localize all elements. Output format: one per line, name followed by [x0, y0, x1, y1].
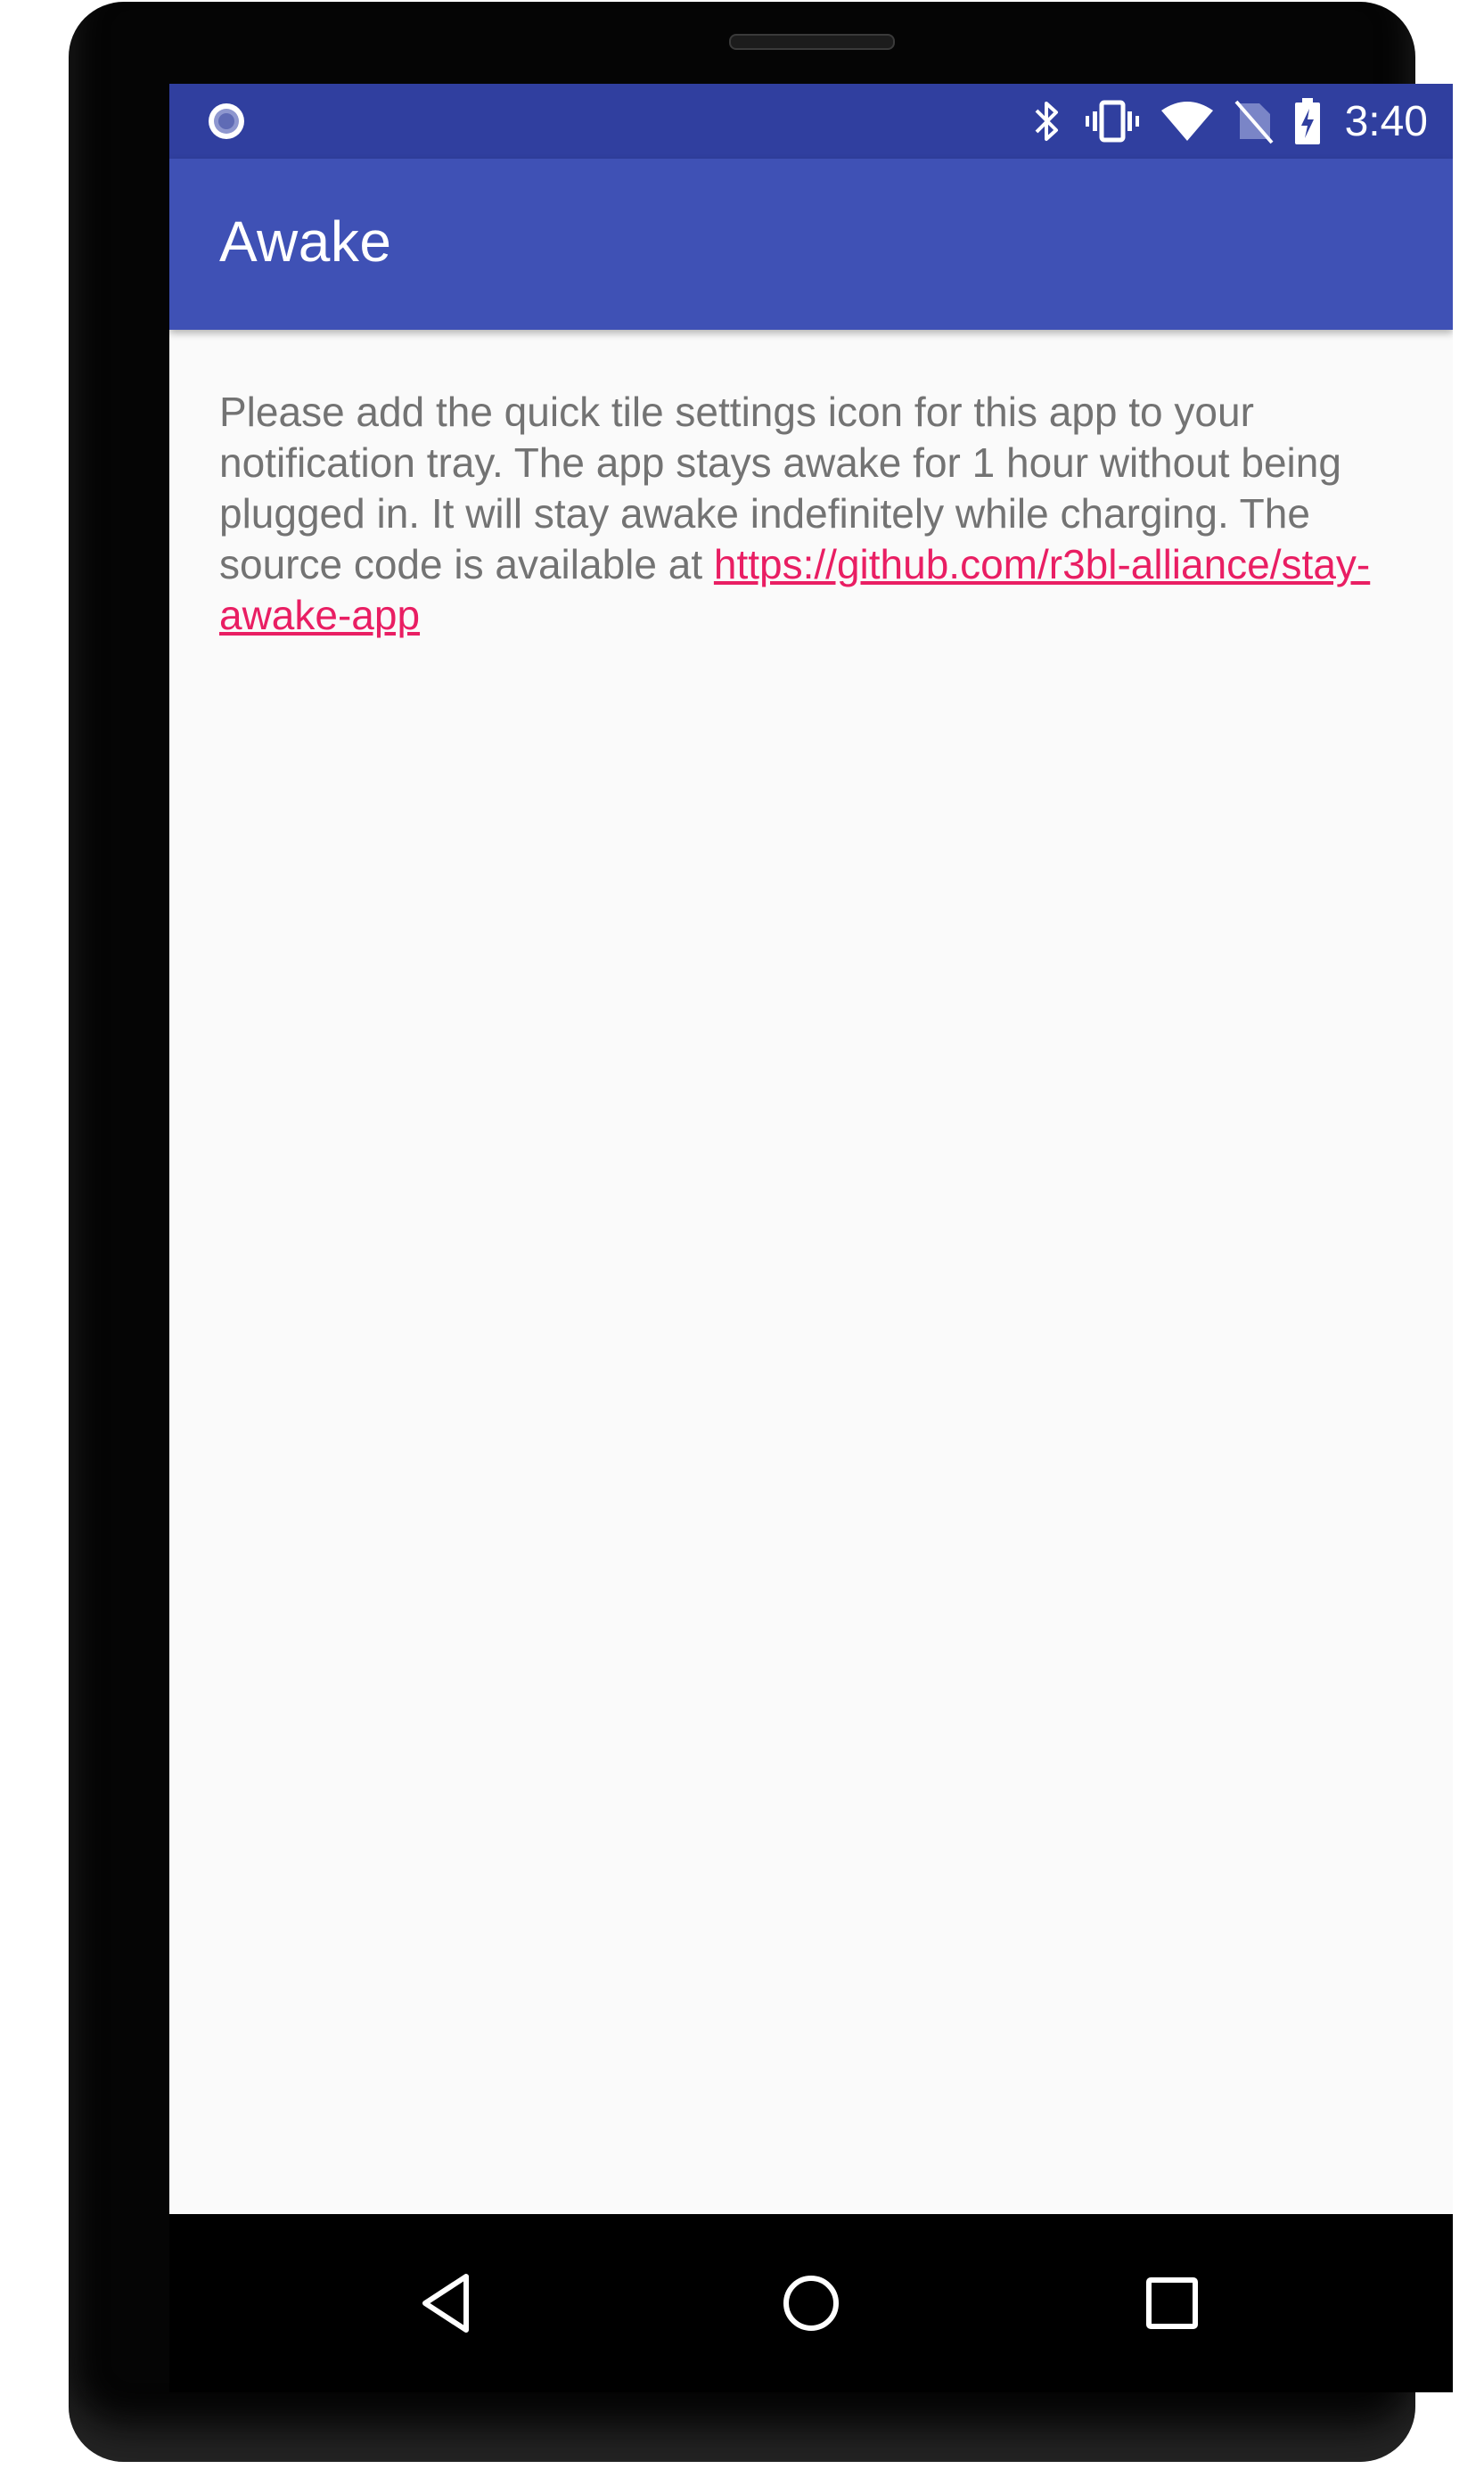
info-text: Please add the quick tile settings icon …	[219, 387, 1378, 641]
no-sim-icon	[1234, 98, 1274, 144]
app-bar: Awake	[169, 159, 1453, 330]
screen: 3:40 Awake Please add the quick tile set…	[169, 84, 1453, 2214]
home-button[interactable]	[767, 2259, 856, 2348]
app-title: Awake	[219, 209, 392, 274]
back-icon	[422, 2274, 469, 2333]
home-icon	[783, 2276, 839, 2331]
status-icons: 3:40	[1029, 84, 1453, 159]
recents-button[interactable]	[1127, 2259, 1217, 2348]
navigation-bar	[169, 2214, 1453, 2392]
recents-icon	[1146, 2277, 1198, 2329]
device-frame: 3:40 Awake Please add the quick tile set…	[69, 2, 1453, 2462]
battery-charging-icon	[1293, 96, 1322, 146]
earpiece-speaker	[729, 34, 895, 50]
notification-circle-icon	[209, 103, 244, 139]
back-button[interactable]	[404, 2259, 493, 2348]
bluetooth-icon	[1029, 98, 1065, 144]
status-clock: 3:40	[1344, 97, 1428, 145]
wifi-icon	[1160, 98, 1215, 144]
status-bar: 3:40	[169, 84, 1453, 159]
vibrate-icon	[1085, 98, 1140, 144]
